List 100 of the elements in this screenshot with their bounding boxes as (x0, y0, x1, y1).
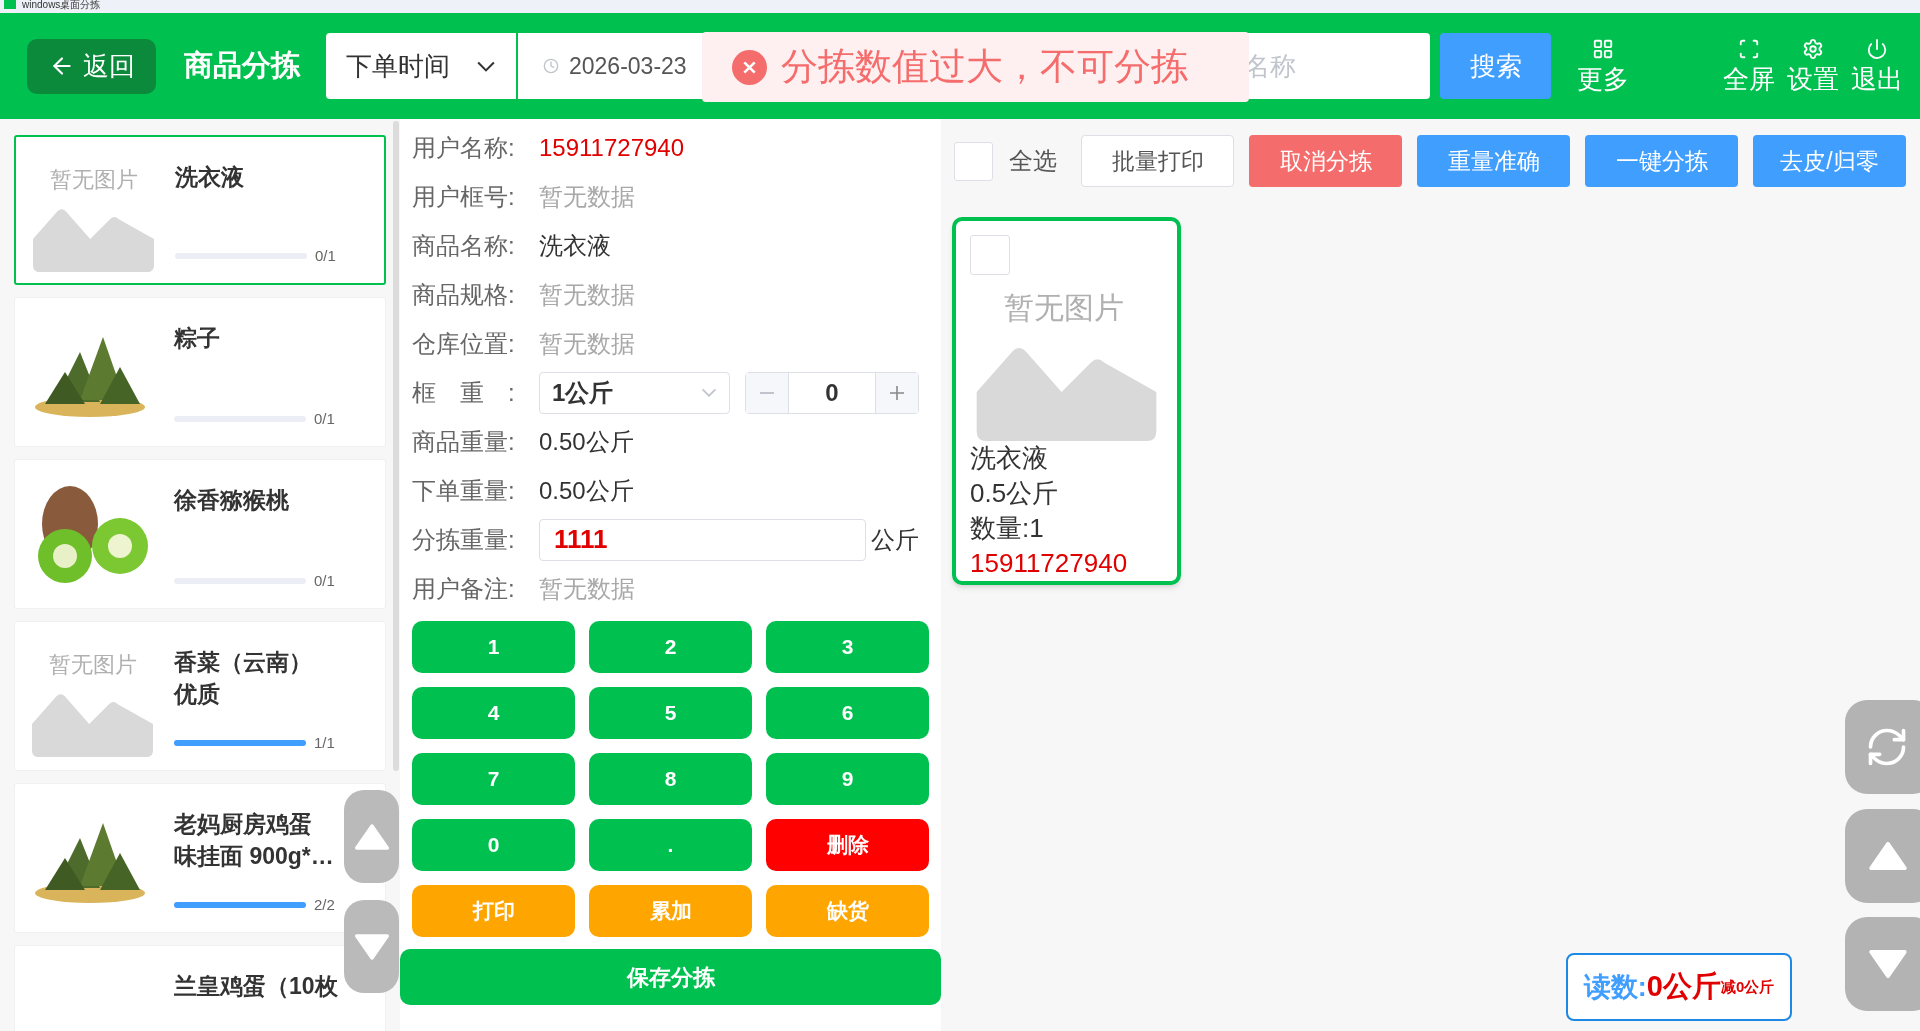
reading-value: 0公斤 (1646, 969, 1721, 1005)
page-title: 商品分拣 (184, 48, 300, 84)
reading-label: 读数: (1583, 970, 1647, 1004)
save-button[interactable]: 保存分拣 (400, 949, 941, 1005)
keypad-button[interactable]: 打印 (412, 885, 575, 937)
field-label: 框 重 : (412, 377, 516, 408)
plus-icon (890, 385, 904, 400)
keypad-button[interactable]: . (589, 819, 752, 871)
error-icon (732, 49, 767, 85)
toolbar-button[interactable]: 批量打印 (1081, 135, 1234, 187)
no-image-text: 暂无图片 (48, 651, 137, 679)
back-button[interactable]: 返回 (27, 38, 156, 94)
window-title: windows桌面分拣 (22, 0, 101, 10)
field-value: 0.50公斤 (539, 475, 634, 506)
keypad-button[interactable]: 删除 (766, 819, 929, 871)
minus-icon (760, 391, 774, 394)
field-label: 用户名称: (412, 132, 516, 163)
chevron-down-icon (701, 388, 717, 397)
scroll-up-button[interactable] (1845, 809, 1920, 903)
unit-text: 公斤 (871, 524, 919, 555)
product-card[interactable]: 兰皇鸡蛋（10枚 (14, 945, 386, 1031)
field-label: 用户框号: (412, 181, 516, 212)
toolbar-button[interactable]: 重量准确 (1417, 135, 1570, 187)
select-all-checkbox[interactable] (954, 141, 993, 181)
scrollbar[interactable] (393, 121, 399, 771)
grid-button[interactable]: 更多 (1577, 38, 1629, 94)
triangle-down-icon (1869, 950, 1907, 978)
frame-weight-select[interactable]: 1公斤 (539, 371, 730, 414)
product-name: 洗衣液 (175, 163, 245, 192)
keypad-button[interactable]: 1 (412, 621, 575, 673)
field-label: 用户备注: (412, 573, 516, 604)
product-name: 兰皇鸡蛋（10枚 (174, 972, 338, 1001)
field-value: 0.50公斤 (539, 426, 634, 457)
progress-count: 1/1 (314, 732, 335, 753)
field-value: 暂无数据 (539, 181, 635, 212)
keypad-button[interactable]: 7 (412, 753, 575, 805)
keypad-button[interactable]: 9 (766, 753, 929, 805)
keypad-button[interactable]: 4 (412, 687, 575, 739)
chevron-down-icon (476, 60, 496, 72)
scroll-down-button[interactable] (1845, 917, 1920, 1011)
clock-icon (543, 58, 559, 74)
keypad-button[interactable]: 0 (412, 819, 575, 871)
refresh-button[interactable] (1845, 700, 1920, 794)
keypad-button[interactable]: 2 (589, 621, 752, 673)
order-weight: 0.5公斤 (970, 477, 1059, 510)
settings-button[interactable]: 设置 (1787, 38, 1839, 94)
date-type-select[interactable]: 下单时间 (326, 33, 516, 99)
progress-count: 0/1 (315, 245, 336, 266)
toast-message: 分拣数值过大，不可分拣 (781, 45, 1188, 90)
power-icon (1866, 38, 1888, 60)
field-label: 商品名称: (412, 230, 516, 261)
toolbar-button[interactable]: 取消分拣 (1249, 135, 1402, 187)
product-card[interactable]: 徐香猕猴桃 0/1 (14, 459, 386, 609)
order-product-name: 洗衣液 (970, 442, 1048, 475)
settings-icon (1802, 38, 1824, 60)
scroll-up-button[interactable] (344, 790, 399, 883)
product-name: 香菜（云南）优质 (174, 648, 313, 709)
product-card[interactable]: 暂无图片 香菜（云南）优质 1/1 (14, 621, 386, 771)
triangle-up-icon (354, 823, 389, 850)
keypad-button[interactable]: 3 (766, 621, 929, 673)
product-card[interactable]: 粽子 0/1 (14, 297, 386, 447)
field-label: 商品规格: (412, 279, 516, 310)
field-value: 暂无数据 (539, 328, 635, 359)
order-card[interactable]: 暂无图片 洗衣液 0.5公斤 数量:1 15911727940 (952, 217, 1181, 585)
field-label: 仓库位置: (412, 328, 516, 359)
product-card[interactable]: 老妈厨房鸡蛋味挂面 900g*… 2/2 (14, 783, 386, 933)
field-value: 暂无数据 (539, 279, 635, 310)
power-button[interactable]: 退出 (1851, 38, 1903, 94)
sort-weight-input[interactable]: 1111 (539, 518, 866, 561)
select-all-label[interactable]: 全选 (1009, 143, 1057, 179)
product-name: 粽子 (174, 324, 221, 353)
order-checkbox[interactable] (970, 235, 1010, 275)
search-button[interactable]: 搜索 (1440, 33, 1551, 99)
app-icon (4, 0, 16, 9)
keypad-button[interactable]: 缺货 (766, 885, 929, 937)
no-image-text: 暂无图片 (1004, 290, 1124, 326)
field-label: 下单重量: (412, 475, 516, 506)
product-name: 老妈厨房鸡蛋味挂面 900g*… (174, 810, 334, 871)
field-label: 分拣重量: (412, 524, 516, 555)
field-label: 商品重量: (412, 426, 516, 457)
no-image-text: 暂无图片 (49, 166, 138, 194)
toolbar-button[interactable]: 一键分拣 (1585, 135, 1738, 187)
fullscreen-button[interactable]: 全屏 (1723, 38, 1775, 94)
field-value: 洗衣液 (539, 230, 611, 261)
product-card[interactable]: 暂无图片 洗衣液 0/1 (14, 135, 386, 285)
keypad-button[interactable]: 5 (589, 687, 752, 739)
triangle-up-icon (1869, 842, 1907, 870)
fullscreen-icon (1738, 38, 1760, 60)
product-name: 徐香猕猴桃 (174, 486, 290, 515)
decrement-button[interactable] (746, 372, 789, 413)
field-value: 暂无数据 (539, 573, 635, 604)
keypad-button[interactable]: 8 (589, 753, 752, 805)
increment-button[interactable] (875, 372, 918, 413)
keypad-button[interactable]: 6 (766, 687, 929, 739)
progress-count: 2/2 (314, 894, 335, 915)
toolbar-button[interactable]: 去皮/归零 (1753, 135, 1906, 187)
scroll-down-button[interactable] (344, 900, 399, 993)
keypad-button[interactable]: 累加 (589, 885, 752, 937)
progress-count: 0/1 (314, 408, 335, 429)
order-quantity: 数量:1 (970, 512, 1044, 545)
